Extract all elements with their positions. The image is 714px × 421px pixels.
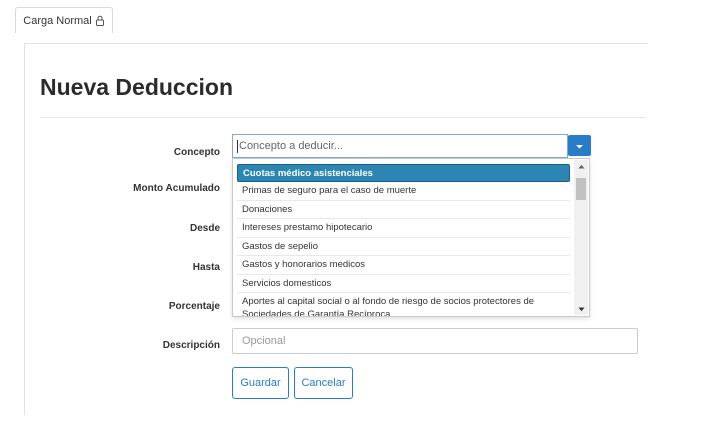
dropdown-option[interactable]: Donaciones (237, 201, 570, 219)
scroll-down-icon[interactable] (574, 303, 588, 315)
title-divider (40, 117, 646, 118)
dropdown-scrollbar[interactable] (574, 160, 588, 315)
scrollbar-thumb[interactable] (576, 178, 586, 200)
label-concepto: Concepto (173, 147, 220, 158)
dropdown-option[interactable]: Primas de seguro para el caso de muerte (237, 182, 570, 201)
lock-icon (95, 15, 105, 26)
tab-carga-normal[interactable]: Carga Normal (15, 7, 113, 33)
dropdown-option[interactable]: Gastos de sepelio (237, 238, 570, 256)
descripcion-input[interactable] (232, 328, 638, 354)
page-title: Nueva Deduccion (40, 74, 233, 100)
concepto-dropdown-toggle[interactable] (568, 135, 591, 156)
save-button[interactable]: Guardar (232, 367, 289, 399)
concepto-select[interactable]: Concepto a deducir... (232, 134, 568, 158)
scroll-up-icon[interactable] (574, 160, 588, 172)
dropdown-option[interactable]: Servicios domesticos (237, 275, 570, 293)
dropdown-option[interactable]: Aportes al capital social o al fondo de … (237, 293, 570, 316)
text-cursor (237, 139, 238, 153)
cancel-button[interactable]: Cancelar (294, 367, 353, 399)
dropdown-option[interactable]: Intereses prestamo hipotecario (237, 219, 570, 238)
label-descripcion: Descripción (162, 340, 220, 351)
chevron-down-icon (575, 137, 584, 155)
label-porcentaje: Porcentaje (168, 301, 220, 312)
label-monto-acumulado: Monto Acumulado (133, 183, 220, 194)
tab-label: Carga Normal (23, 14, 92, 27)
concepto-placeholder: Concepto a deducir... (239, 140, 343, 152)
dropdown-option[interactable]: Cuotas médico asistenciales (237, 164, 570, 182)
label-desde: Desde (189, 223, 220, 234)
concepto-dropdown-list[interactable]: Cuotas médico asistenciales Primas de se… (232, 158, 590, 317)
label-hasta: Hasta (192, 262, 220, 273)
dropdown-option[interactable]: Gastos y honorarios medicos (237, 256, 570, 275)
